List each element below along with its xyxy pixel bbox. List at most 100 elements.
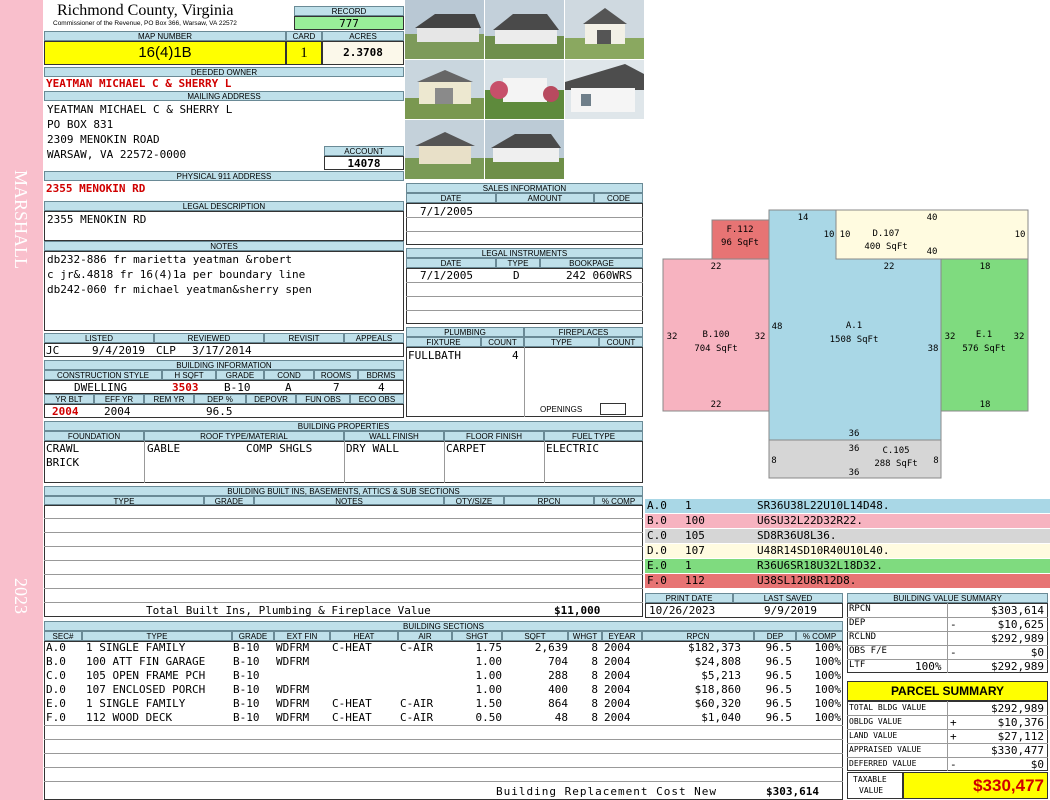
sketch-label: E.1 [976, 330, 992, 340]
sec-dep: 96.5 [765, 669, 793, 682]
parcel-label: DEFERRED VALUE [849, 759, 917, 768]
col-header: DEPOVR [246, 394, 296, 404]
sec-number: D.0 [46, 683, 66, 696]
traverse-row: B.0 100 U6SU32L22D32R22. [645, 514, 1050, 528]
col-header: NOTES [254, 496, 444, 505]
sec-wall-height: 8 [591, 711, 598, 724]
owner-label: DEEDED OWNER [44, 67, 404, 77]
last-saved: 9/9/2019 [764, 604, 817, 617]
physical-address-label: PHYSICAL 911 ADDRESS [44, 171, 404, 181]
instruments-label: LEGAL INSTRUMENTS [406, 248, 643, 258]
property-photo[interactable] [485, 60, 564, 119]
sec-eff-year: 2004 [604, 655, 631, 668]
total-building-value: $292,989 [991, 702, 1044, 715]
sec-ext-finish: WDFRM [276, 711, 310, 724]
col-header: COUNT [599, 337, 643, 347]
property-photo[interactable] [565, 60, 644, 119]
value-summary-label: BUILDING VALUE SUMMARY [847, 593, 1048, 603]
plumbing-fixture: FULLBATH [408, 349, 461, 362]
sketch-dim: 10 [1015, 230, 1026, 240]
sketch-sqft: 576 SqFt [962, 344, 1005, 354]
notes-line: db232-886 fr marietta yeatman &robert [47, 253, 293, 266]
sec-comp: 100% [814, 669, 842, 682]
instrument-date: 7/1/2005 [420, 269, 473, 282]
sec-story-height: 1.75 [475, 641, 503, 654]
sec-air: C-AIR [400, 697, 434, 710]
col-header: FLOOR FINISH [444, 431, 544, 441]
property-photo[interactable] [405, 0, 484, 59]
instrument-bookpage: 242 060WRS [566, 269, 633, 282]
mailing-line: 2309 MENOKIN ROAD [47, 133, 160, 146]
sec-grade: B-10 [233, 697, 260, 710]
property-photo[interactable] [485, 0, 564, 59]
parcel-sign: + [950, 730, 957, 743]
sec-type: 107 ENCLOSED PORCH [86, 683, 206, 696]
sec-number: B.0 [46, 655, 66, 668]
sketch-dim: 40 [927, 213, 938, 223]
sales-label: SALES INFORMATION [406, 183, 643, 193]
sale-date: 7/1/2005 [420, 205, 473, 218]
sketch-label: C.105 [882, 446, 909, 456]
taxable-label: VALUE [859, 786, 884, 795]
mailing-line: YEATMAN MICHAEL C & SHERRY L [47, 103, 233, 116]
section-row: D.0 107 ENCLOSED PORCH B-10 WDFRM 1.00 400 8 20… [44, 683, 843, 697]
sec-rpcn: $1,040 [701, 711, 741, 724]
dep-value: $10,625 [997, 618, 1044, 631]
sec-dep: 96.5 [765, 655, 793, 668]
sketch-label: D.107 [872, 229, 899, 239]
sketch-dim: 40 [927, 247, 938, 257]
summary-label: RPCN [849, 604, 871, 614]
district-sidebar: MARSHALL 2023 [0, 0, 43, 800]
col-header: DATE [406, 193, 496, 203]
appeals-label: APPEALS [344, 333, 404, 343]
col-header: YR BLT [44, 394, 94, 404]
card-label: CARD [286, 31, 322, 41]
sketch-dim: 32 [1014, 332, 1025, 342]
acres-label: ACRES [322, 31, 404, 41]
rpcn-value: $303,614 [991, 604, 1044, 617]
col-header: QTY/SIZE [444, 496, 504, 505]
record-number: 777 [294, 16, 404, 30]
sec-dep: 96.5 [765, 641, 793, 654]
sketch-dim: 32 [667, 332, 678, 342]
district-name: MARSHALL [11, 170, 31, 270]
col-header: H SQFT [162, 370, 216, 380]
property-photo[interactable] [405, 120, 484, 179]
sec-dep: 96.5 [765, 683, 793, 696]
col-header: TYPE [44, 496, 204, 505]
col-header: COUNT [481, 337, 524, 347]
sketch-dim: 36 [849, 429, 860, 439]
properties-label: BUILDING PROPERTIES [44, 421, 643, 431]
sketch-sqft: 1508 SqFt [830, 335, 879, 345]
parcel-sign: + [950, 716, 957, 729]
col-header: ROOMS [314, 370, 358, 380]
col-header: DATE [406, 258, 496, 268]
parcel-label: OBLDG VALUE [849, 717, 902, 726]
col-header: HEAT [330, 631, 398, 641]
sec-wall-height: 8 [591, 641, 598, 654]
sec-eff-year: 2004 [604, 697, 631, 710]
col-header: RPCN [504, 496, 594, 505]
sec-comp: 100% [814, 683, 842, 696]
sec-rpcn: $24,808 [694, 655, 741, 668]
sketch-dim: 22 [711, 262, 722, 272]
reviewed-date: 3/17/2014 [192, 344, 252, 357]
sketch-sqft: 96 SqFt [721, 238, 759, 248]
sec-wall-height: 8 [591, 669, 598, 682]
property-photo[interactable] [485, 120, 564, 179]
reviewed-by: CLP [156, 344, 176, 357]
property-photo[interactable] [565, 0, 644, 59]
sec-sqft: 2,639 [534, 641, 568, 654]
sec-sqft: 704 [548, 655, 568, 668]
taxable-value: $330,477 [903, 772, 1048, 799]
parcel-summary-title: PARCEL SUMMARY [847, 681, 1048, 701]
section-row: C.0 105 OPEN FRAME PCH B-10 1.00 288 8 2004 $5,… [44, 669, 843, 683]
property-photo[interactable] [405, 60, 484, 119]
building-sketch: F.112 96 SqFt D.107 400 SqFt B.100 704 S… [662, 209, 1029, 479]
summary-label: OBS F/E [849, 646, 887, 656]
col-header: WHGT [568, 631, 602, 641]
mailing-label: MAILING ADDRESS [44, 91, 404, 101]
heated-sqft: 3503 [172, 381, 199, 394]
sec-story-height: 0.50 [475, 711, 503, 724]
sketch-label: A.1 [846, 321, 862, 331]
